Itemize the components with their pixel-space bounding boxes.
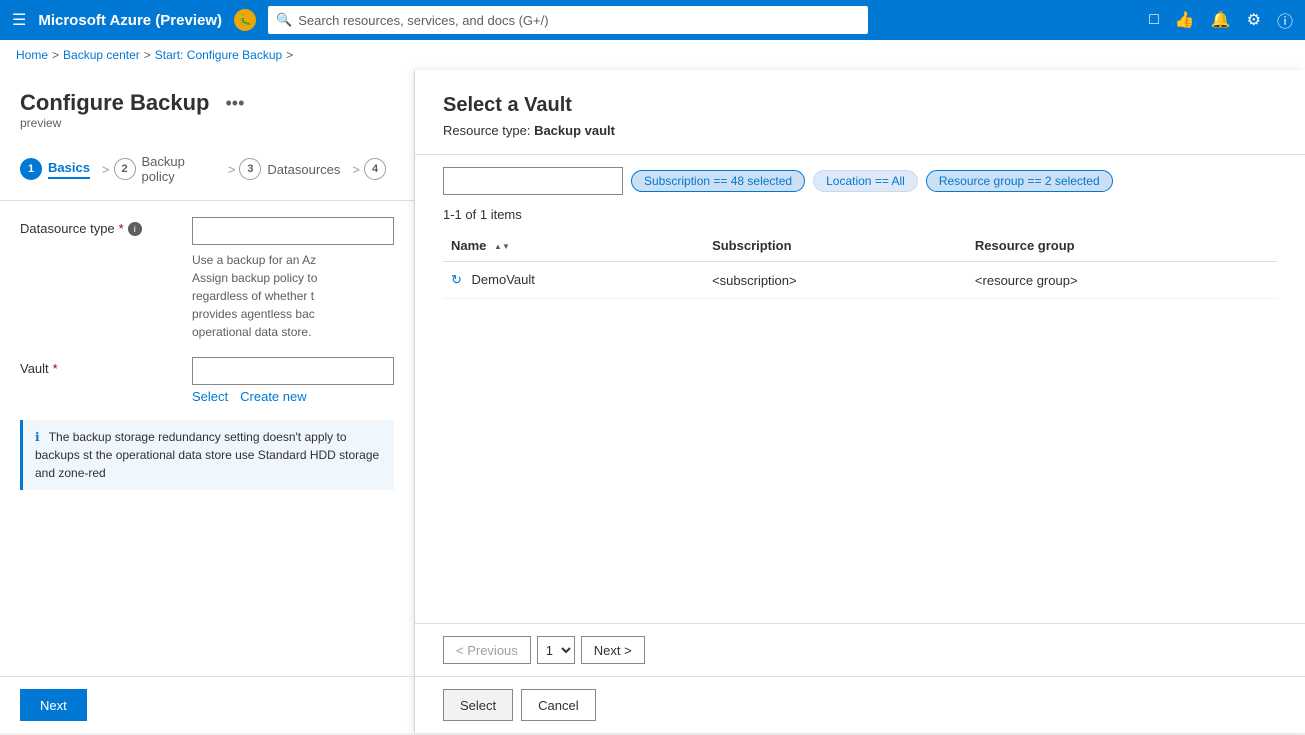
next-button[interactable]: Next — [20, 689, 87, 721]
page-select[interactable]: 1 — [537, 636, 575, 664]
step-1-circle: 1 — [20, 158, 42, 180]
resource-type: Resource type: Backup vault — [443, 123, 1277, 138]
vault-input-container: Select a Vault Select Create new — [192, 357, 394, 404]
create-new-link[interactable]: Create new — [240, 389, 306, 404]
prev-page-button[interactable]: < Previous — [443, 636, 531, 664]
vault-subscription-cell: <subscription> — [704, 262, 967, 299]
pagination: < Previous 1 Next > — [415, 623, 1305, 676]
datasource-label: Datasource type * i — [20, 217, 180, 236]
col-name[interactable]: Name ▲▼ — [443, 230, 704, 262]
vault-table-container: 1-1 of 1 items Name ▲▼ Subscription Reso… — [415, 207, 1305, 623]
steps-row: 1 Basics > 2 Backup policy > 3 Datasourc… — [0, 138, 414, 201]
more-options-icon[interactable]: ••• — [225, 93, 244, 114]
next-page-button[interactable]: Next > — [581, 636, 645, 664]
notification-icon[interactable]: 🔔 — [1211, 10, 1231, 30]
step-datasources[interactable]: 3 Datasources — [239, 154, 348, 184]
datasource-info-icon[interactable]: i — [128, 222, 142, 236]
item-count: 1-1 of 1 items — [443, 207, 1277, 222]
col-subscription[interactable]: Subscription — [704, 230, 967, 262]
step-4-circle: 4 — [364, 158, 386, 180]
vault-table: Name ▲▼ Subscription Resource group — [443, 230, 1277, 299]
datasource-description: Use a backup for an Az Assign backup pol… — [192, 251, 394, 341]
main-layout: Configure Backup ••• preview 1 Basics > … — [0, 70, 1305, 733]
datasource-field[interactable]: Azure Disks — [192, 217, 394, 245]
resource-type-label: Resource type: — [443, 123, 530, 138]
left-footer: Next — [0, 676, 414, 733]
top-navigation: ☰ Microsoft Azure (Preview) 🐛 🔍 Search r… — [0, 0, 1305, 40]
resource-group-filter[interactable]: Resource group == 2 selected — [926, 170, 1113, 192]
form-content: Datasource type * i Azure Disks Use a ba… — [0, 201, 414, 676]
filter-row: demovault Subscription == 48 selected Lo… — [415, 155, 1305, 207]
step-4[interactable]: 4 — [364, 154, 394, 184]
table-body: ↻ DemoVault <subscription> <resource gro… — [443, 262, 1277, 299]
left-panel: Configure Backup ••• preview 1 Basics > … — [0, 70, 415, 733]
table-header: Name ▲▼ Subscription Resource group — [443, 230, 1277, 262]
app-title: Microsoft Azure (Preview) — [38, 12, 222, 29]
bug-icon: 🐛 — [234, 9, 256, 31]
vault-search-input[interactable]: demovault — [443, 167, 623, 195]
step-div-2: > — [228, 162, 236, 177]
vault-search[interactable]: demovault — [443, 167, 623, 195]
vault-field[interactable]: Select a Vault — [192, 357, 394, 385]
right-footer: Select Cancel — [415, 676, 1305, 733]
step-2-label: Backup policy — [142, 154, 216, 184]
right-panel: Select a Vault Resource type: Backup vau… — [415, 70, 1305, 733]
vault-name-cell: ↻ DemoVault — [443, 262, 704, 299]
feedback-icon[interactable]: 👍 — [1175, 10, 1195, 30]
vault-panel-title: Select a Vault — [443, 94, 1277, 117]
hamburger-icon[interactable]: ☰ — [12, 10, 26, 30]
info-banner-icon: ℹ — [35, 430, 40, 444]
required-star: * — [119, 221, 124, 236]
select-vault-link[interactable]: Select — [192, 389, 228, 404]
step-2-circle: 2 — [114, 158, 136, 180]
name-sort-icon: ▲▼ — [494, 242, 510, 251]
resource-type-value: Backup vault — [534, 123, 615, 138]
cancel-button[interactable]: Cancel — [521, 689, 595, 721]
breadcrumb-sep2: > — [144, 48, 151, 62]
preview-tag: preview — [20, 116, 394, 130]
search-icon: 🔍 — [276, 12, 292, 28]
search-placeholder: Search resources, services, and docs (G+… — [298, 13, 548, 28]
step-div-3: > — [352, 162, 360, 177]
vault-actions: Select Create new — [192, 389, 394, 404]
search-bar[interactable]: 🔍 Search resources, services, and docs (… — [268, 6, 868, 34]
vault-resource-group-cell: <resource group> — [967, 262, 1277, 299]
nav-icons: □ 👍 🔔 ⚙ ⓘ — [1149, 8, 1293, 32]
step-3-label: Datasources — [267, 162, 340, 177]
terminal-icon[interactable]: □ — [1149, 11, 1159, 29]
breadcrumb-sep1: > — [52, 48, 59, 62]
step-backup-policy[interactable]: 2 Backup policy — [114, 150, 224, 188]
table-row[interactable]: ↻ DemoVault <subscription> <resource gro… — [443, 262, 1277, 299]
vault-required-star: * — [53, 361, 58, 376]
step-div-1: > — [102, 162, 110, 177]
info-banner-text: The backup storage redundancy setting do… — [35, 430, 379, 480]
vault-label: Vault * — [20, 357, 180, 376]
page-title: Configure Backup — [20, 90, 209, 116]
step-basics[interactable]: 1 Basics — [20, 154, 98, 184]
vault-refresh-icon: ↻ — [451, 272, 462, 287]
datasource-row: Datasource type * i Azure Disks Use a ba… — [20, 217, 394, 341]
col-resource-group[interactable]: Resource group — [967, 230, 1277, 262]
step-3-circle: 3 — [239, 158, 261, 180]
info-banner: ℹ The backup storage redundancy setting … — [20, 420, 394, 490]
breadcrumb-sep3: > — [286, 48, 293, 62]
breadcrumb-backup-center[interactable]: Backup center — [63, 48, 140, 62]
breadcrumb-configure[interactable]: Start: Configure Backup — [155, 48, 282, 62]
subscription-filter[interactable]: Subscription == 48 selected — [631, 170, 805, 192]
breadcrumb-home[interactable]: Home — [16, 48, 48, 62]
datasource-input[interactable]: Azure Disks Use a backup for an Az Assig… — [192, 217, 394, 341]
breadcrumb: Home > Backup center > Start: Configure … — [0, 40, 1305, 70]
settings-icon[interactable]: ⚙ — [1247, 10, 1261, 30]
help-icon[interactable]: ⓘ — [1277, 8, 1293, 32]
vault-row: Vault * Select a Vault Select Create new — [20, 357, 394, 404]
step-1-label: Basics — [48, 160, 90, 179]
right-panel-header: Select a Vault Resource type: Backup vau… — [415, 70, 1305, 155]
left-header: Configure Backup ••• preview — [0, 70, 414, 138]
select-button[interactable]: Select — [443, 689, 513, 721]
location-filter[interactable]: Location == All — [813, 170, 918, 192]
